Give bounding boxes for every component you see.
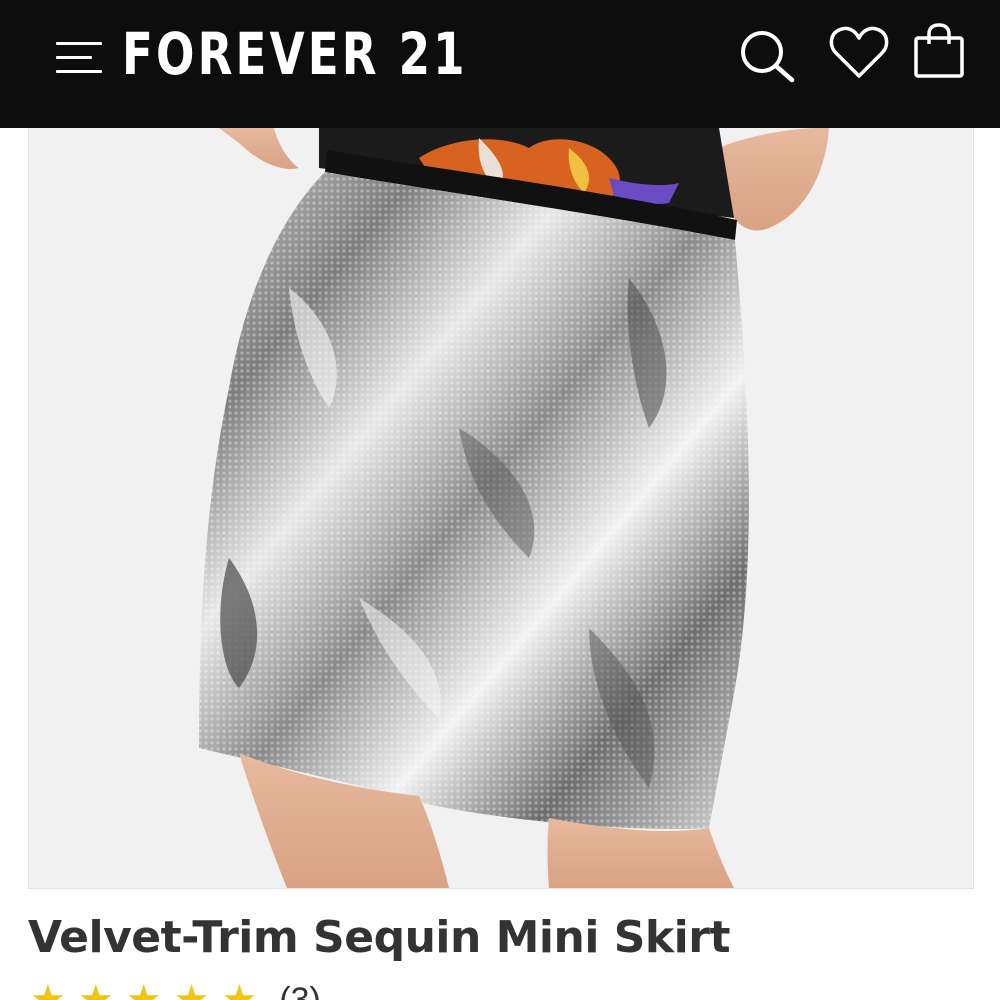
review-count[interactable]: (3)	[279, 982, 321, 1000]
star-icon: ★	[30, 982, 66, 1000]
star-icon: ★	[221, 982, 257, 1000]
shopping-bag-icon[interactable]	[912, 22, 966, 80]
product-rating[interactable]: ★ ★ ★ ★ ★ (3)	[30, 982, 321, 1000]
star-icon: ★	[174, 982, 210, 1000]
product-image[interactable]	[28, 128, 974, 889]
hamburger-menu-icon[interactable]	[52, 36, 106, 80]
product-page: FOREVER 21 Velvet-Trim Sequin Mini Skirt	[0, 0, 1000, 1000]
product-title: Velvet-Trim Sequin Mini Skirt	[28, 912, 730, 963]
top-header: FOREVER 21	[0, 0, 1000, 128]
heart-icon[interactable]	[828, 26, 890, 80]
search-icon[interactable]	[738, 28, 798, 84]
star-icon: ★	[126, 982, 162, 1000]
star-icon: ★	[78, 982, 114, 1000]
brand-logo[interactable]: FOREVER 21	[122, 14, 468, 94]
